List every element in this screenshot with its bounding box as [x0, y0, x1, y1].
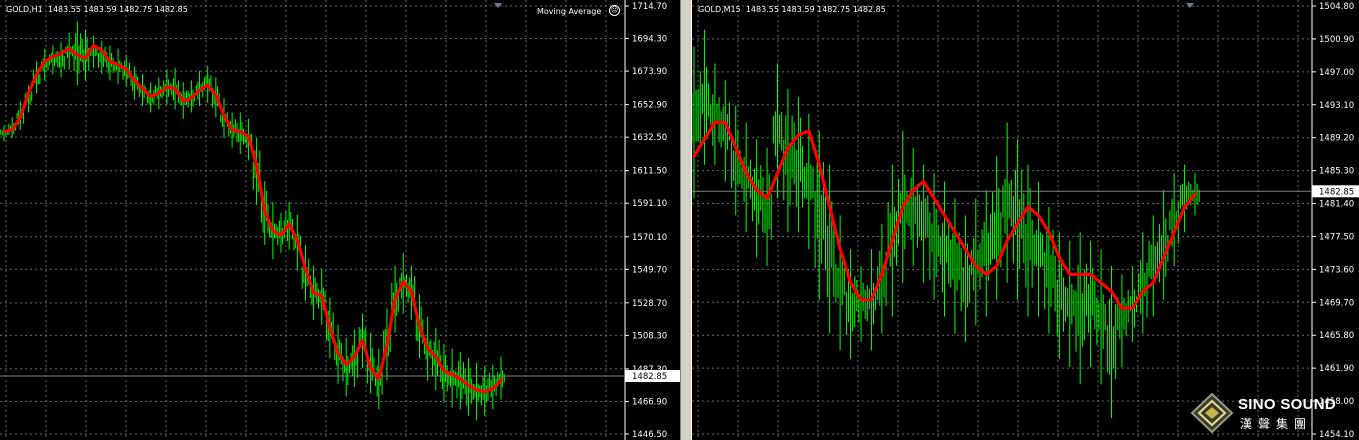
y-tick-label: 1632.50 [632, 133, 667, 143]
diamond-logo-icon [1190, 392, 1234, 434]
y-tick-label: 1489.20 [1319, 134, 1354, 144]
indicator-face-icon[interactable]: ☹ [609, 5, 620, 16]
y-tick-label: 1477.50 [1319, 232, 1354, 242]
y-tick-label: 1473.60 [1319, 265, 1354, 275]
left-symbol-header: GOLD,H1 1483.55 1483.59 1482.75 1482.85 [6, 5, 188, 14]
y-tick-label: 1504.80 [1319, 2, 1354, 12]
y-tick-label: 1528.70 [632, 299, 667, 309]
left-indicator-label[interactable]: Moving Average [537, 7, 601, 16]
y-tick-label: 1694.30 [632, 35, 667, 45]
y-tick-label: 1652.90 [632, 101, 667, 111]
right-chart-pane[interactable]: 1504.80 1500.90 1497.00 1493.10 1489.20 1485.… [692, 0, 1359, 440]
pane-divider[interactable] [680, 0, 692, 440]
y-tick-label: 1714.70 [632, 2, 667, 12]
y-tick-label: 1497.00 [1319, 68, 1354, 78]
chart-background [692, 0, 1359, 440]
y-tick-label: 1485.30 [1319, 167, 1354, 177]
y-tick-label: 1469.70 [1319, 298, 1354, 308]
y-tick-label: 1570.10 [632, 233, 667, 243]
y-tick-label: 1549.70 [632, 265, 667, 275]
sino-sound-logo: SINO SOUND 漢聲集團 [1190, 392, 1355, 434]
y-tick-label: 1611.50 [632, 167, 667, 177]
left-chart-pane[interactable]: 1714.70 1694.30 1673.90 1652.90 1632.50 1611.… [0, 0, 680, 440]
y-tick-label: 1446.50 [632, 430, 667, 440]
y-tick-label: 1500.90 [1319, 35, 1354, 45]
y-tick-label: 1493.10 [1319, 101, 1354, 111]
current-price-label: 1482.85 [632, 372, 667, 382]
y-tick-label: 1461.90 [1319, 364, 1354, 374]
right-scroll-marker-icon[interactable] [1186, 3, 1194, 8]
logo-name-en: SINO SOUND [1238, 396, 1337, 413]
y-tick-label: 1466.90 [632, 397, 667, 407]
right-chart-canvas[interactable]: 1504.80 1500.90 1497.00 1493.10 1489.20 1485.… [692, 0, 1359, 440]
y-tick-label: 1508.30 [632, 331, 667, 341]
left-scroll-marker-icon[interactable] [494, 3, 502, 8]
current-price-label: 1482.85 [1319, 187, 1354, 197]
left-chart-canvas[interactable]: 1714.70 1694.30 1673.90 1652.90 1632.50 1611.… [0, 0, 680, 440]
y-tick-label: 1591.10 [632, 199, 667, 209]
y-tick-label: 1465.80 [1319, 331, 1354, 341]
logo-name-cn: 漢聲集團 [1240, 417, 1313, 431]
right-symbol-header: GOLD,M15 1483.55 1483.59 1482.75 1482.85 [698, 5, 886, 14]
y-tick-label: 1481.40 [1319, 200, 1354, 210]
y-tick-label: 1673.90 [632, 67, 667, 77]
